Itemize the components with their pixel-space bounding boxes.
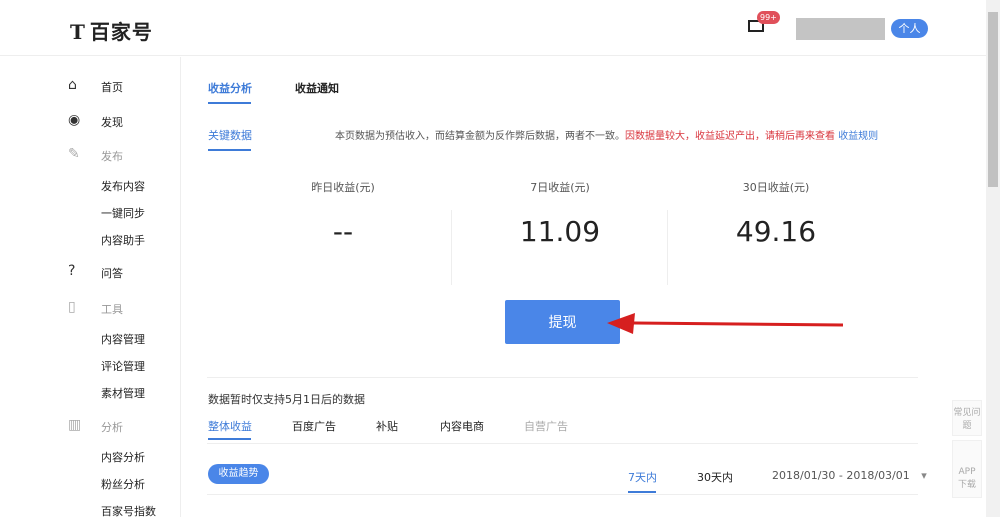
sidebar-item: 分析 bbox=[101, 421, 123, 434]
sidebar-item: 发布 bbox=[101, 150, 123, 163]
chart-icon: ▥ bbox=[68, 417, 82, 433]
chevron-down-icon: ▾ bbox=[921, 469, 927, 482]
sidebar-item[interactable]: 内容助手 bbox=[101, 232, 145, 248]
tab-self-ads[interactable]: 自营广告 bbox=[524, 418, 568, 434]
sidebar-item[interactable]: 发现 bbox=[101, 114, 123, 130]
rules-link[interactable]: 收益规则 bbox=[838, 131, 878, 142]
sidebar-item[interactable]: 评论管理 bbox=[101, 358, 145, 374]
sidebar-item[interactable]: 内容管理 bbox=[101, 331, 145, 347]
sidebar-item[interactable]: 发布内容 bbox=[101, 178, 145, 194]
question-icon: ? bbox=[68, 263, 76, 279]
revenue-trend-badge: 收益趋势 bbox=[208, 464, 269, 484]
sidebar-item[interactable]: 问答 bbox=[101, 265, 123, 281]
red-arrow-annotation bbox=[607, 313, 844, 334]
mail-badge: 99+ bbox=[757, 11, 780, 24]
stat-30day-value: 49.16 bbox=[735, 215, 817, 248]
sidebar-item[interactable]: 素材管理 bbox=[101, 385, 145, 401]
sidebar: ⌂ 首页 ◉ 发现 ✎ 发布发布内容一键同步内容助手? 问答 ▯ 工具内容管理评论管理素材管理 ▥… bbox=[0, 57, 181, 518]
bag-icon: ▯ bbox=[68, 299, 76, 315]
stat-yesterday-label: 昨日收益(元) bbox=[311, 181, 375, 194]
withdraw-button[interactable]: 提现 bbox=[505, 300, 620, 344]
username-redacted[interactable] bbox=[796, 18, 885, 40]
tab-revenue-notice[interactable]: 收益通知 bbox=[295, 80, 339, 96]
stat-7day-label: 7日收益(元) bbox=[530, 181, 590, 194]
scrollbar-thumb[interactable] bbox=[988, 12, 998, 187]
tab-revenue-analysis[interactable]: 收益分析 bbox=[208, 80, 252, 96]
sidebar-item[interactable]: 内容分析 bbox=[101, 449, 145, 465]
home-icon: ⌂ bbox=[68, 77, 77, 93]
sidebar-item[interactable]: 粉丝分析 bbox=[101, 476, 145, 492]
sidebar-item[interactable]: 一键同步 bbox=[101, 205, 145, 221]
app-download-button[interactable]: APP 下载 bbox=[952, 440, 982, 498]
sidebar-item: 工具 bbox=[101, 303, 123, 316]
stat-30day-label: 30日收益(元) bbox=[742, 181, 810, 194]
key-data-tab[interactable]: 关键数据 bbox=[208, 127, 252, 143]
tab-subsidy[interactable]: 补贴 bbox=[376, 418, 398, 434]
edit-icon: ✎ bbox=[68, 146, 80, 162]
range-30days[interactable]: 30天内 bbox=[697, 469, 733, 485]
data-notice: 本页数据为预估收入，而结算金额为反作弊后数据，两者不一致。因数据量较大，收益延迟… bbox=[335, 131, 879, 142]
date-range-picker[interactable]: 2018/01/30 - 2018/03/01 ▾ bbox=[772, 469, 927, 482]
stat-yesterday-value: -- bbox=[332, 215, 354, 248]
personal-badge[interactable]: 个人 bbox=[891, 19, 928, 38]
data-note: 数据暂时仅支持5月1日后的数据 bbox=[208, 393, 365, 406]
tab-overall[interactable]: 整体收益 bbox=[208, 418, 252, 434]
tab-baidu-ads[interactable]: 百度广告 bbox=[292, 418, 336, 434]
scrollbar[interactable] bbox=[986, 0, 1000, 517]
eye-icon: ◉ bbox=[68, 112, 81, 128]
baijiahao-logo[interactable]: T 百家号 bbox=[70, 16, 153, 45]
range-7days[interactable]: 7天内 bbox=[628, 469, 657, 485]
top-header: T 百家号 99+ 个人 bbox=[0, 0, 986, 56]
faq-button[interactable]: 常见问题 bbox=[952, 400, 982, 436]
sidebar-item[interactable]: 首页 bbox=[101, 79, 123, 95]
tab-ecommerce[interactable]: 内容电商 bbox=[440, 418, 484, 434]
stat-7day-value: 11.09 bbox=[519, 215, 601, 248]
